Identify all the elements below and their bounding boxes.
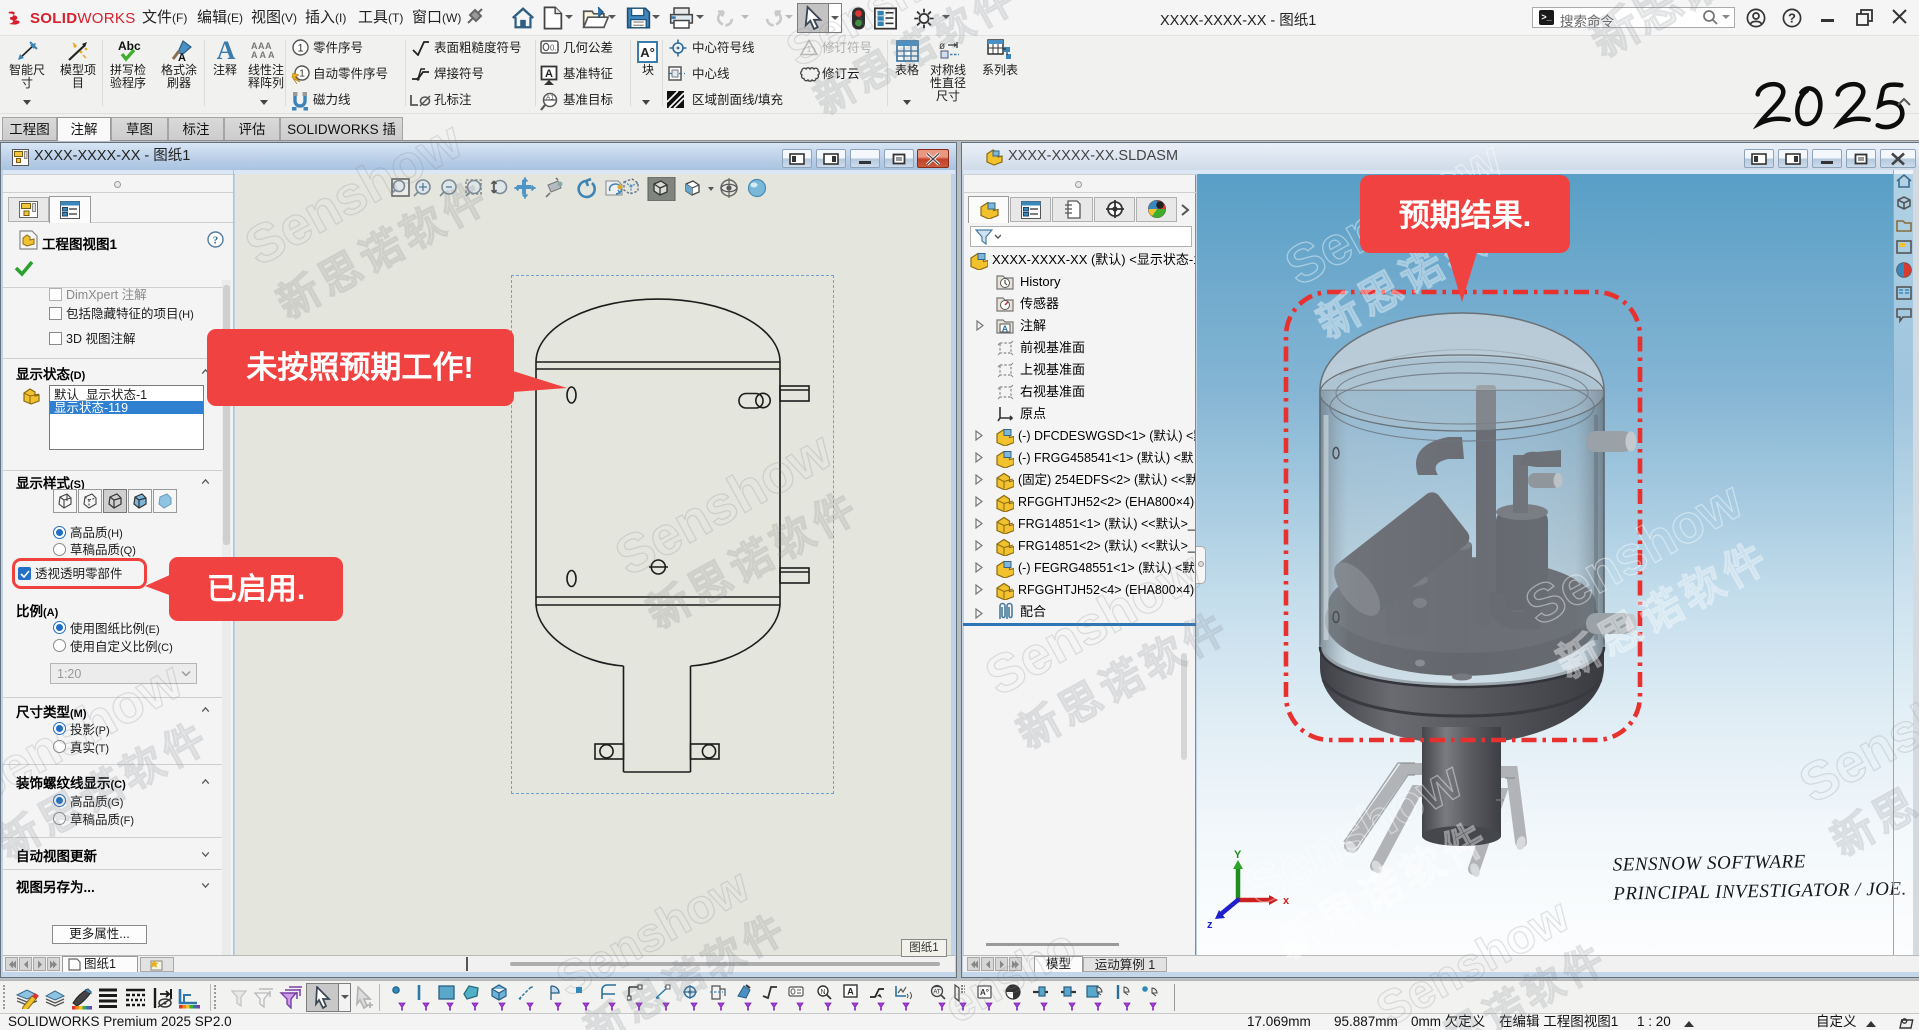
svg-text:N: N — [820, 989, 825, 996]
svg-text:x: x — [1283, 895, 1290, 907]
svg-text:0.3: 0.3 — [550, 44, 559, 53]
svg-text:A°: A° — [980, 988, 989, 997]
svg-text:A: A — [847, 987, 854, 997]
svg-text:AT: AT — [933, 990, 941, 996]
svg-text:A: A — [178, 52, 186, 63]
svg-text:1: 1 — [807, 45, 812, 54]
svg-text:A1: A1 — [546, 95, 554, 102]
svg-text:A: A — [1002, 324, 1008, 334]
svg-text:?: ? — [213, 235, 219, 247]
svg-text:未按照预期工作!: 未按照预期工作! — [246, 350, 473, 385]
svg-text:z: z — [1207, 919, 1213, 928]
svg-text:Y: Y — [1234, 850, 1242, 861]
svg-text:?: ? — [1788, 11, 1796, 26]
svg-text:预期结果.: 预期结果. — [1399, 198, 1532, 233]
svg-text:A: A — [545, 68, 553, 80]
svg-text:ø: ø — [939, 41, 945, 52]
svg-text:已启用.: 已启用. — [207, 573, 305, 606]
svg-text:1: 1 — [299, 69, 305, 80]
svg-text:1: 1 — [297, 43, 303, 55]
svg-text:Abc: Abc — [118, 39, 141, 53]
